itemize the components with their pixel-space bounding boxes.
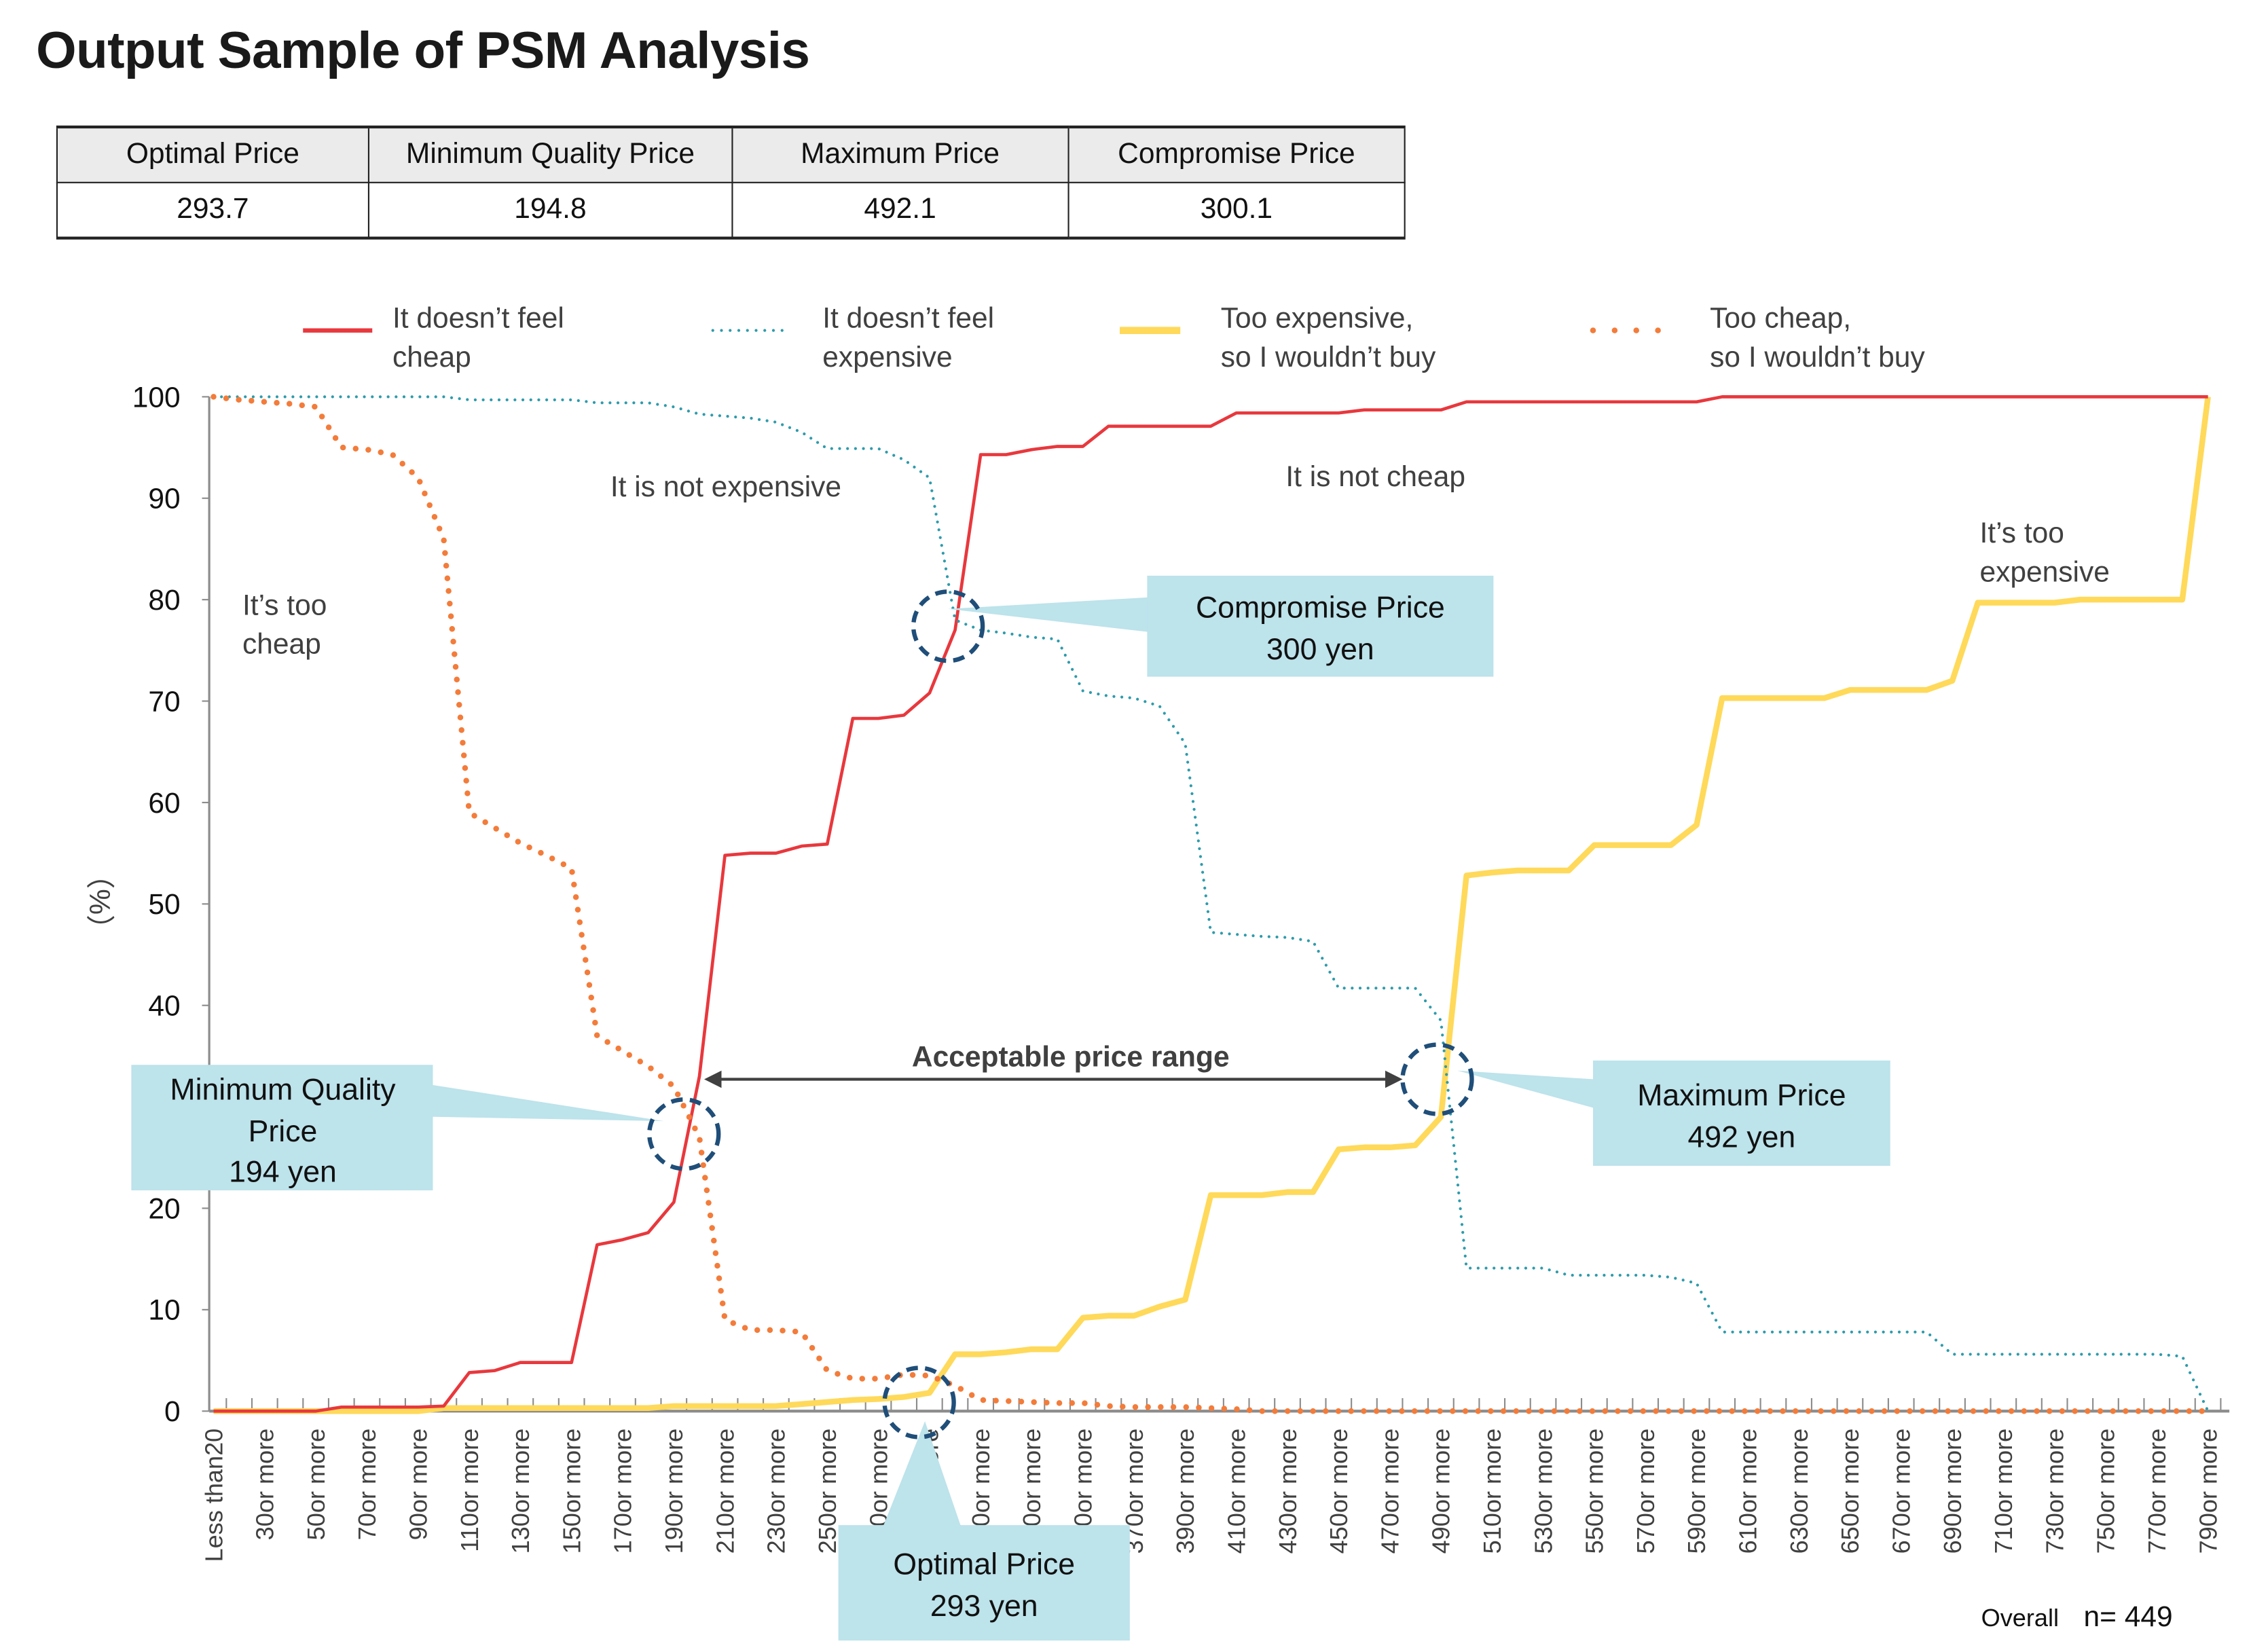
x-tick-label: 650or more — [1836, 1429, 1864, 1554]
callout-compromise-value: 300 yen — [1266, 633, 1374, 666]
x-tick-label: 30or more — [251, 1429, 279, 1541]
x-tick-label: 150or more — [557, 1429, 585, 1554]
x-tick-label: Less than20 — [200, 1429, 227, 1562]
arrow-right-icon — [1385, 1070, 1403, 1088]
callout-maximum-price: Maximum Price 492 yen — [1400, 1042, 1890, 1166]
y-tick-label: 40 — [148, 991, 180, 1023]
acceptable-range-label: Acceptable price range — [912, 1041, 1230, 1073]
y-tick-label: 50 — [148, 889, 180, 921]
series-line-not-expensive — [212, 395, 2210, 1413]
callout-compromise-price: Compromise Price 300 yen — [911, 575, 1494, 677]
callout-maximum-value: 492 yen — [1688, 1120, 1796, 1154]
optimal-circle-marker — [882, 1365, 956, 1439]
x-tick-label: 790or more — [2194, 1429, 2222, 1554]
axes: 0102030405060708090100Less than2030or mo… — [132, 382, 2230, 1562]
annotation-too-expensive-1: It’s too — [1980, 517, 2064, 549]
series-line-not-cheap — [213, 395, 2208, 1413]
x-tick-label: 110or more — [456, 1429, 483, 1552]
series-line-too-expensive — [213, 396, 2211, 1414]
legend-label-not-expensive-2: expensive — [822, 342, 952, 373]
annotation-too-cheap-2: cheap — [242, 629, 321, 661]
psm-analysis-page: Output Sample of PSM Analysis Optimal Pr… — [0, 0, 2251, 1652]
acceptable-range-arrow: Acceptable price range — [704, 1041, 1403, 1088]
callout-minimum-quality-title-1: Minimum Quality — [170, 1073, 396, 1106]
x-tick-label: 550or more — [1581, 1429, 1609, 1554]
x-tick-label: 610or more — [1734, 1429, 1762, 1554]
y-tick-label: 80 — [148, 585, 180, 617]
y-tick-label: 60 — [148, 788, 180, 820]
x-tick-label: 210or more — [711, 1429, 739, 1554]
callout-minimum-quality-value: 194 yen — [229, 1155, 337, 1188]
x-tick-label: 710or more — [1990, 1429, 2017, 1554]
legend-label-too-expensive-1: Too expensive, — [1221, 302, 1414, 334]
legend-label-too-cheap-2: so I wouldn’t buy — [1710, 342, 1925, 373]
x-tick-label: 250or more — [813, 1429, 841, 1554]
callout-compromise-title: Compromise Price — [1196, 591, 1445, 625]
psm-chart: It doesn’t feel cheap It doesn’t feel ex… — [83, 302, 2230, 1641]
x-tick-label: 570or more — [1632, 1429, 1660, 1554]
legend-label-too-expensive-2: so I wouldn’t buy — [1221, 342, 1436, 373]
maximum-circle-marker — [1400, 1042, 1474, 1116]
legend-label-too-cheap-1: Too cheap, — [1710, 302, 1851, 334]
x-tick-label: 690or more — [1939, 1429, 1966, 1554]
legend-label-not-cheap-1: It doesn’t feel — [392, 302, 564, 334]
x-tick-label: 390or more — [1171, 1429, 1199, 1554]
x-tick-label: 230or more — [763, 1429, 790, 1554]
callout-minimum-quality-title-2: Price — [249, 1115, 318, 1148]
legend: It doesn’t feel cheap It doesn’t feel ex… — [303, 302, 1925, 373]
y-tick-label: 90 — [148, 483, 180, 515]
x-tick-label: 50or more — [302, 1429, 330, 1541]
arrow-left-icon — [704, 1070, 722, 1088]
sample-size: n= 449 — [2084, 1601, 2173, 1633]
x-tick-label: 70or more — [353, 1429, 381, 1541]
x-tick-label: 450or more — [1325, 1429, 1353, 1554]
x-tick-label: 730or more — [2040, 1429, 2068, 1554]
y-tick-label: 0 — [164, 1396, 181, 1428]
x-tick-label: 470or more — [1376, 1429, 1404, 1554]
y-tick-label: 70 — [148, 686, 180, 718]
x-tick-label: 410or more — [1222, 1429, 1250, 1554]
x-tick-label: 170or more — [609, 1429, 637, 1554]
legend-label-not-cheap-2: cheap — [392, 342, 471, 373]
x-tick-label: 490or more — [1427, 1429, 1455, 1554]
callout-minimum-quality-price: Minimum Quality Price 194 yen — [131, 1065, 721, 1191]
callout-optimal-value: 293 yen — [930, 1590, 1038, 1623]
annotation-not-expensive: It is not expensive — [610, 471, 841, 503]
x-tick-label: 530or more — [1529, 1429, 1557, 1554]
y-tick-label: 10 — [148, 1295, 180, 1327]
callout-optimal-title: Optimal Price — [893, 1547, 1075, 1581]
callout-maximum-title: Maximum Price — [1637, 1079, 1846, 1112]
sample-label: Overall — [1981, 1604, 2059, 1632]
x-tick-label: 510or more — [1478, 1429, 1506, 1554]
x-tick-label: 590or more — [1683, 1429, 1710, 1554]
annotation-too-expensive-2: expensive — [1980, 556, 2110, 588]
x-tick-label: 130or more — [507, 1429, 534, 1554]
x-tick-label: 630or more — [1785, 1429, 1813, 1554]
x-tick-label: 430or more — [1274, 1429, 1302, 1554]
x-tick-label: 770or more — [2143, 1429, 2171, 1554]
y-axis-label: （%） — [83, 860, 115, 944]
y-tick-label: 20 — [148, 1193, 180, 1225]
legend-label-not-expensive-1: It doesn’t feel — [822, 302, 994, 334]
x-tick-label: 750or more — [2092, 1429, 2120, 1554]
annotation-too-cheap-1: It’s too — [242, 589, 327, 621]
series-line-too-cheap — [211, 394, 2211, 1414]
x-tick-label: 190or more — [660, 1429, 688, 1554]
x-tick-label: 90or more — [404, 1429, 432, 1541]
series-group — [211, 394, 2211, 1414]
annotation-not-cheap: It is not cheap — [1285, 461, 1465, 493]
y-tick-label: 100 — [132, 382, 181, 414]
x-tick-label: 670or more — [1887, 1429, 1915, 1554]
